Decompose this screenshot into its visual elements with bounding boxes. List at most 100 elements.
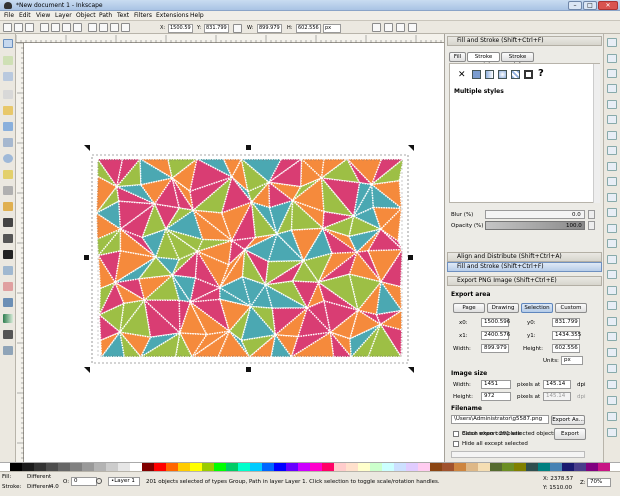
pencil-tool-icon[interactable] bbox=[3, 202, 13, 211]
select-all-icon[interactable] bbox=[3, 23, 12, 32]
x-input[interactable]: 1500.59 bbox=[168, 24, 193, 33]
flip-horizontal-icon[interactable] bbox=[62, 23, 71, 32]
linear-gradient-icon[interactable] bbox=[485, 70, 494, 79]
blur-value[interactable]: 0.0 bbox=[572, 212, 581, 218]
no-paint-icon[interactable]: ✕ bbox=[458, 70, 466, 80]
group-icon[interactable] bbox=[607, 301, 617, 310]
scale-handle-icon[interactable] bbox=[408, 367, 414, 373]
blur-slider[interactable] bbox=[485, 210, 585, 219]
export-png-header[interactable]: Export PNG Image (Shift+Ctrl+E) bbox=[447, 276, 602, 286]
fill-stroke-header[interactable]: Fill and Stroke (Shift+Ctrl+F) bbox=[447, 36, 602, 46]
eraser-tool-icon[interactable] bbox=[3, 282, 13, 291]
scale-handle-icon[interactable] bbox=[246, 145, 251, 150]
hide-except-checkbox[interactable] bbox=[453, 441, 459, 447]
drawing-canvas[interactable] bbox=[24, 43, 444, 462]
scale-handle-icon[interactable] bbox=[246, 367, 251, 372]
close-when-complete-label[interactable]: Close when complete bbox=[462, 431, 521, 437]
calligraphy-tool-icon[interactable] bbox=[3, 234, 13, 243]
menu-object[interactable]: Object bbox=[76, 12, 96, 19]
open-icon[interactable] bbox=[607, 54, 617, 63]
scrollbar[interactable] bbox=[593, 64, 600, 203]
area-width-input[interactable]: 899.979 bbox=[481, 344, 509, 353]
export-as-button[interactable]: Export As... bbox=[551, 415, 585, 425]
minimize-button[interactable]: – bbox=[568, 1, 582, 10]
menu-help[interactable]: Help bbox=[190, 12, 204, 19]
move-gradients-icon[interactable] bbox=[396, 23, 405, 32]
lower-to-bottom-icon[interactable] bbox=[121, 23, 130, 32]
spiral-tool-icon[interactable] bbox=[3, 186, 13, 195]
scale-handle-icon[interactable] bbox=[84, 255, 89, 260]
zoom-drawing-icon[interactable] bbox=[607, 224, 617, 233]
flip-vertical-icon[interactable] bbox=[73, 23, 82, 32]
lock-ratio-icon[interactable] bbox=[233, 24, 242, 33]
3dbox-tool-icon[interactable] bbox=[3, 138, 13, 147]
print-icon[interactable] bbox=[607, 84, 617, 93]
copy-icon[interactable] bbox=[607, 162, 617, 171]
opacity-o-input[interactable]: 0 bbox=[71, 477, 97, 486]
stroke-indicator[interactable]: Different bbox=[27, 484, 51, 490]
tweak-tool-icon[interactable] bbox=[3, 72, 13, 81]
current-layer-select[interactable]: •Layer 1 bbox=[108, 477, 140, 486]
unit-select[interactable]: px bbox=[323, 24, 341, 33]
bucket-tool-icon[interactable] bbox=[3, 298, 13, 307]
measure-tool-icon[interactable] bbox=[3, 106, 13, 115]
paste-icon[interactable] bbox=[607, 193, 617, 202]
filename-input[interactable]: \Users\Administrator\g5587.png bbox=[451, 415, 549, 424]
connector-tool-icon[interactable] bbox=[3, 346, 13, 355]
scale-handle-icon[interactable] bbox=[84, 145, 90, 151]
y0-input[interactable]: 831.799 bbox=[552, 318, 580, 327]
menu-edit[interactable]: Edit bbox=[19, 12, 31, 19]
tab-fill[interactable]: Fill bbox=[449, 52, 466, 62]
ungroup-icon[interactable] bbox=[607, 317, 617, 326]
export-selection-button[interactable]: Selection bbox=[521, 303, 553, 313]
y1-input[interactable]: 1434.355 bbox=[552, 331, 581, 340]
flat-color-icon[interactable] bbox=[472, 70, 481, 79]
xml-editor-icon[interactable] bbox=[607, 380, 617, 389]
image-width-input[interactable]: 1451 bbox=[481, 380, 511, 389]
menu-path[interactable]: Path bbox=[99, 12, 112, 19]
menu-file[interactable]: File bbox=[4, 12, 14, 19]
h-input[interactable]: 602.556 bbox=[296, 24, 321, 33]
export-icon[interactable] bbox=[607, 115, 617, 124]
zoom-input[interactable]: 70% bbox=[587, 478, 611, 487]
dpi-input[interactable]: 145.14 bbox=[543, 380, 571, 389]
redo-icon[interactable] bbox=[607, 146, 617, 155]
menu-filters[interactable]: Filters bbox=[134, 12, 152, 19]
close-when-complete-checkbox[interactable] bbox=[453, 431, 459, 437]
preferences-icon[interactable] bbox=[607, 412, 617, 421]
zoom-page-icon[interactable] bbox=[607, 239, 617, 248]
units-select[interactable]: px bbox=[561, 356, 583, 365]
duplicate-icon[interactable] bbox=[607, 255, 617, 264]
image-height-input[interactable]: 972 bbox=[481, 392, 511, 401]
raise-to-top-icon[interactable] bbox=[88, 23, 97, 32]
x1-input[interactable]: 2400.576 bbox=[481, 331, 510, 340]
text-dialog-icon[interactable] bbox=[607, 348, 617, 357]
export-page-button[interactable]: Page bbox=[453, 303, 485, 313]
scale-handle-icon[interactable] bbox=[408, 255, 413, 260]
rotate-cw-icon[interactable] bbox=[51, 23, 60, 32]
gradient-tool-icon[interactable] bbox=[3, 314, 13, 323]
close-button[interactable]: ✕ bbox=[598, 1, 618, 10]
menu-text[interactable]: Text bbox=[117, 12, 129, 19]
pen-tool-icon[interactable] bbox=[3, 218, 13, 227]
triangle-mosaic-artwork[interactable] bbox=[24, 43, 444, 462]
text-tool-icon[interactable] bbox=[3, 250, 13, 259]
y-input[interactable]: 831.799 bbox=[204, 24, 229, 33]
fill-stroke-dialog-icon[interactable] bbox=[607, 332, 617, 341]
zoom-selection-icon[interactable] bbox=[607, 208, 617, 217]
w-input[interactable]: 899.979 bbox=[257, 24, 282, 33]
tab-stroke-paint[interactable]: Stroke paint bbox=[467, 52, 500, 68]
export-drawing-button[interactable]: Drawing bbox=[487, 303, 519, 313]
export-custom-button[interactable]: Custom bbox=[555, 303, 587, 313]
hide-except-label[interactable]: Hide all except selected bbox=[462, 441, 528, 447]
import-icon[interactable] bbox=[607, 100, 617, 109]
align-dialog-icon[interactable] bbox=[607, 396, 617, 405]
scale-stroke-icon[interactable] bbox=[372, 23, 381, 32]
menu-view[interactable]: View bbox=[36, 12, 50, 19]
stroke-width-value[interactable]: 4.0 bbox=[50, 484, 59, 490]
menu-extensions[interactable]: Extensions bbox=[156, 12, 189, 19]
select-all-layers-icon[interactable] bbox=[14, 23, 23, 32]
clone-icon[interactable] bbox=[607, 270, 617, 279]
undo-icon[interactable] bbox=[607, 131, 617, 140]
radial-gradient-icon[interactable] bbox=[498, 70, 507, 79]
